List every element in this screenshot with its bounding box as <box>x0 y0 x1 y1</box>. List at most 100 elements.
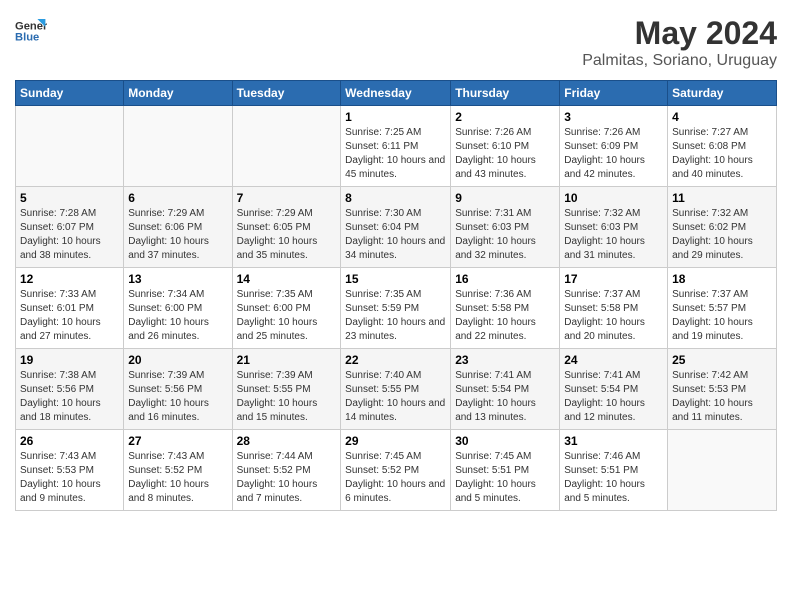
day-number: 12 <box>20 272 119 286</box>
col-tuesday: Tuesday <box>232 81 341 106</box>
calendar-day-cell: 22 Sunrise: 7:40 AM Sunset: 5:55 PM Dayl… <box>341 349 451 430</box>
day-sunset: Sunset: 6:02 PM <box>672 221 772 235</box>
day-sunset: Sunset: 5:56 PM <box>20 383 119 397</box>
day-sunset: Sunset: 5:54 PM <box>455 383 555 397</box>
calendar-day-cell: 1 Sunrise: 7:25 AM Sunset: 6:11 PM Dayli… <box>341 106 451 187</box>
day-number: 4 <box>672 110 772 124</box>
day-daylight: Daylight: 10 hours and 29 minutes. <box>672 235 772 263</box>
day-sunrise: Sunrise: 7:41 AM <box>564 369 663 383</box>
calendar-day-cell: 2 Sunrise: 7:26 AM Sunset: 6:10 PM Dayli… <box>451 106 560 187</box>
calendar-week-row: 12 Sunrise: 7:33 AM Sunset: 6:01 PM Dayl… <box>16 268 777 349</box>
day-sunrise: Sunrise: 7:32 AM <box>672 207 772 221</box>
day-number: 28 <box>237 434 337 448</box>
day-number: 31 <box>564 434 663 448</box>
day-daylight: Daylight: 10 hours and 20 minutes. <box>564 316 663 344</box>
day-sunrise: Sunrise: 7:37 AM <box>672 288 772 302</box>
day-number: 8 <box>345 191 446 205</box>
day-sunset: Sunset: 6:08 PM <box>672 140 772 154</box>
day-sunset: Sunset: 5:57 PM <box>672 302 772 316</box>
day-daylight: Daylight: 10 hours and 42 minutes. <box>564 154 663 182</box>
col-monday: Monday <box>124 81 232 106</box>
calendar-day-cell: 18 Sunrise: 7:37 AM Sunset: 5:57 PM Dayl… <box>668 268 777 349</box>
calendar-week-row: 19 Sunrise: 7:38 AM Sunset: 5:56 PM Dayl… <box>16 349 777 430</box>
day-number: 25 <box>672 353 772 367</box>
logo: General Blue <box>15 15 47 47</box>
day-sunrise: Sunrise: 7:38 AM <box>20 369 119 383</box>
title-block: May 2024 Palmitas, Soriano, Uruguay <box>582 15 777 70</box>
day-sunrise: Sunrise: 7:43 AM <box>20 450 119 464</box>
day-sunset: Sunset: 5:58 PM <box>455 302 555 316</box>
day-sunrise: Sunrise: 7:45 AM <box>455 450 555 464</box>
calendar-day-cell: 17 Sunrise: 7:37 AM Sunset: 5:58 PM Dayl… <box>560 268 668 349</box>
day-number: 27 <box>128 434 227 448</box>
calendar-day-cell: 26 Sunrise: 7:43 AM Sunset: 5:53 PM Dayl… <box>16 430 124 511</box>
calendar-week-row: 1 Sunrise: 7:25 AM Sunset: 6:11 PM Dayli… <box>16 106 777 187</box>
day-sunset: Sunset: 6:00 PM <box>237 302 337 316</box>
day-sunset: Sunset: 5:53 PM <box>20 464 119 478</box>
day-daylight: Daylight: 10 hours and 6 minutes. <box>345 478 446 506</box>
calendar-day-cell: 10 Sunrise: 7:32 AM Sunset: 6:03 PM Dayl… <box>560 187 668 268</box>
col-friday: Friday <box>560 81 668 106</box>
day-daylight: Daylight: 10 hours and 32 minutes. <box>455 235 555 263</box>
day-sunset: Sunset: 5:51 PM <box>564 464 663 478</box>
day-sunrise: Sunrise: 7:32 AM <box>564 207 663 221</box>
day-daylight: Daylight: 10 hours and 18 minutes. <box>20 397 119 425</box>
day-sunset: Sunset: 5:52 PM <box>237 464 337 478</box>
day-daylight: Daylight: 10 hours and 5 minutes. <box>455 478 555 506</box>
day-daylight: Daylight: 10 hours and 9 minutes. <box>20 478 119 506</box>
calendar-day-cell: 29 Sunrise: 7:45 AM Sunset: 5:52 PM Dayl… <box>341 430 451 511</box>
svg-text:Blue: Blue <box>15 32 39 44</box>
day-sunrise: Sunrise: 7:25 AM <box>345 126 446 140</box>
day-number: 30 <box>455 434 555 448</box>
day-number: 5 <box>20 191 119 205</box>
calendar-day-cell: 8 Sunrise: 7:30 AM Sunset: 6:04 PM Dayli… <box>341 187 451 268</box>
day-sunrise: Sunrise: 7:27 AM <box>672 126 772 140</box>
day-number: 1 <box>345 110 446 124</box>
day-sunset: Sunset: 5:59 PM <box>345 302 446 316</box>
day-daylight: Daylight: 10 hours and 25 minutes. <box>237 316 337 344</box>
day-daylight: Daylight: 10 hours and 15 minutes. <box>237 397 337 425</box>
calendar-day-cell: 23 Sunrise: 7:41 AM Sunset: 5:54 PM Dayl… <box>451 349 560 430</box>
day-daylight: Daylight: 10 hours and 31 minutes. <box>564 235 663 263</box>
page-title: May 2024 <box>582 15 777 52</box>
day-sunrise: Sunrise: 7:42 AM <box>672 369 772 383</box>
day-daylight: Daylight: 10 hours and 16 minutes. <box>128 397 227 425</box>
day-sunrise: Sunrise: 7:35 AM <box>345 288 446 302</box>
day-sunset: Sunset: 6:03 PM <box>564 221 663 235</box>
calendar-day-cell: 27 Sunrise: 7:43 AM Sunset: 5:52 PM Dayl… <box>124 430 232 511</box>
calendar-day-cell: 25 Sunrise: 7:42 AM Sunset: 5:53 PM Dayl… <box>668 349 777 430</box>
calendar-day-cell: 31 Sunrise: 7:46 AM Sunset: 5:51 PM Dayl… <box>560 430 668 511</box>
day-daylight: Daylight: 10 hours and 34 minutes. <box>345 235 446 263</box>
calendar-day-cell <box>124 106 232 187</box>
col-sunday: Sunday <box>16 81 124 106</box>
page-subtitle: Palmitas, Soriano, Uruguay <box>582 52 777 70</box>
day-sunrise: Sunrise: 7:41 AM <box>455 369 555 383</box>
day-sunset: Sunset: 5:52 PM <box>128 464 227 478</box>
day-number: 2 <box>455 110 555 124</box>
day-sunset: Sunset: 5:53 PM <box>672 383 772 397</box>
col-saturday: Saturday <box>668 81 777 106</box>
day-daylight: Daylight: 10 hours and 19 minutes. <box>672 316 772 344</box>
calendar-day-cell: 6 Sunrise: 7:29 AM Sunset: 6:06 PM Dayli… <box>124 187 232 268</box>
day-sunset: Sunset: 6:09 PM <box>564 140 663 154</box>
calendar-day-cell: 11 Sunrise: 7:32 AM Sunset: 6:02 PM Dayl… <box>668 187 777 268</box>
day-number: 17 <box>564 272 663 286</box>
day-sunrise: Sunrise: 7:28 AM <box>20 207 119 221</box>
calendar-day-cell: 7 Sunrise: 7:29 AM Sunset: 6:05 PM Dayli… <box>232 187 341 268</box>
day-sunset: Sunset: 6:03 PM <box>455 221 555 235</box>
day-daylight: Daylight: 10 hours and 40 minutes. <box>672 154 772 182</box>
day-sunrise: Sunrise: 7:36 AM <box>455 288 555 302</box>
day-number: 20 <box>128 353 227 367</box>
col-wednesday: Wednesday <box>341 81 451 106</box>
day-number: 29 <box>345 434 446 448</box>
day-sunset: Sunset: 5:55 PM <box>345 383 446 397</box>
day-daylight: Daylight: 10 hours and 13 minutes. <box>455 397 555 425</box>
calendar-week-row: 26 Sunrise: 7:43 AM Sunset: 5:53 PM Dayl… <box>16 430 777 511</box>
calendar-day-cell: 12 Sunrise: 7:33 AM Sunset: 6:01 PM Dayl… <box>16 268 124 349</box>
day-sunset: Sunset: 5:52 PM <box>345 464 446 478</box>
day-daylight: Daylight: 10 hours and 5 minutes. <box>564 478 663 506</box>
day-number: 10 <box>564 191 663 205</box>
day-daylight: Daylight: 10 hours and 8 minutes. <box>128 478 227 506</box>
day-sunset: Sunset: 5:58 PM <box>564 302 663 316</box>
day-daylight: Daylight: 10 hours and 23 minutes. <box>345 316 446 344</box>
